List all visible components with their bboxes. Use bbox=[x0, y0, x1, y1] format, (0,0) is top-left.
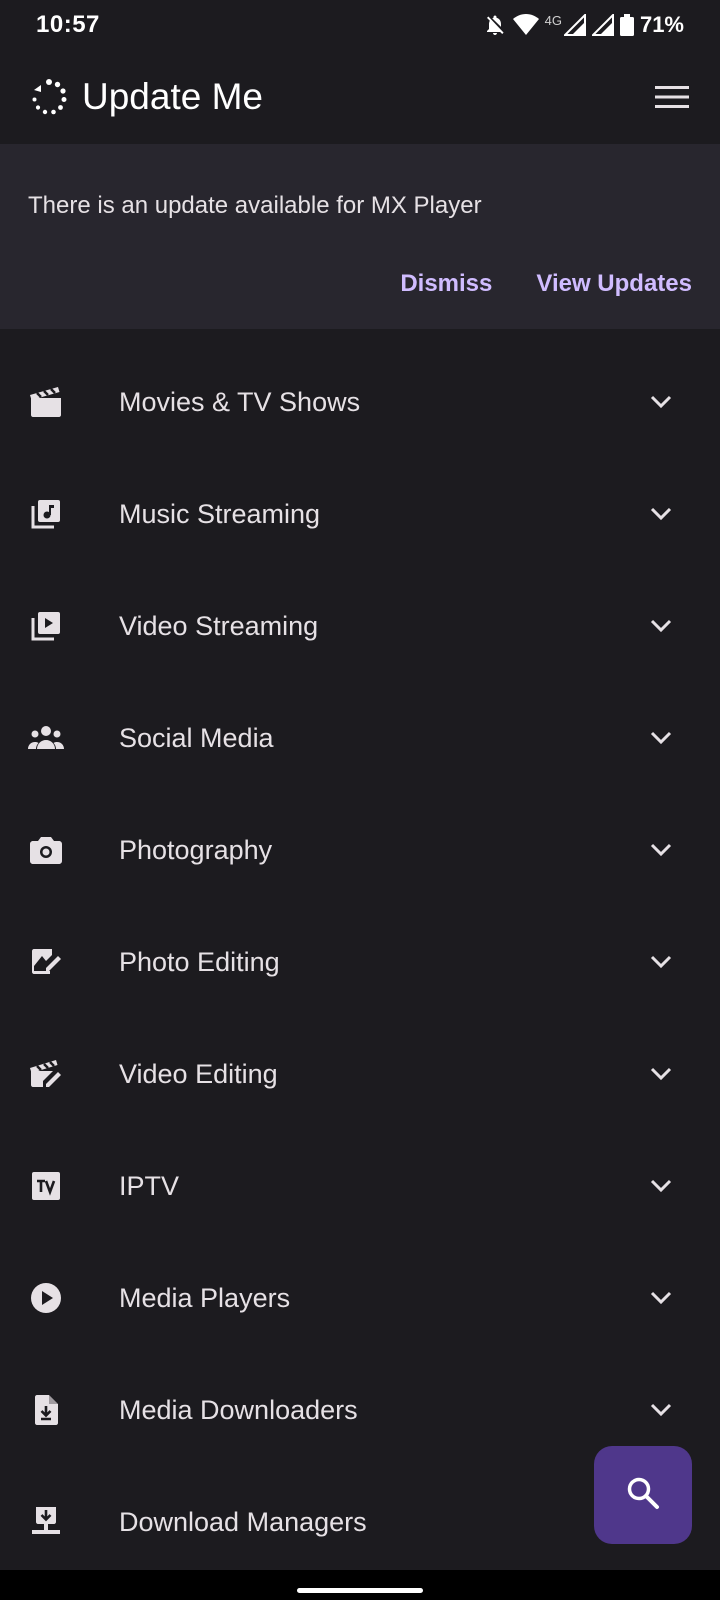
category-music-streaming[interactable]: Music Streaming bbox=[0, 458, 720, 570]
view-updates-button[interactable]: View Updates bbox=[536, 270, 692, 298]
signal-icon bbox=[563, 14, 586, 36]
video-library-icon bbox=[28, 608, 64, 644]
category-video-streaming[interactable]: Video Streaming bbox=[0, 570, 720, 682]
chevron-down-icon[interactable] bbox=[646, 1171, 676, 1201]
movie-clapper-icon bbox=[28, 384, 64, 420]
file-download-icon bbox=[28, 1392, 64, 1428]
category-photo-editing[interactable]: Photo Editing bbox=[0, 906, 720, 1018]
update-banner: There is an update available for MX Play… bbox=[0, 144, 720, 329]
status-icons: 4G 71% bbox=[483, 12, 684, 38]
category-label: Photo Editing bbox=[119, 946, 280, 977]
banner-message: There is an update available for MX Play… bbox=[28, 192, 482, 219]
network-type: 4G bbox=[544, 12, 562, 28]
update-logo-icon bbox=[30, 78, 68, 116]
search-fab[interactable] bbox=[594, 1446, 692, 1544]
signal-icon bbox=[591, 14, 614, 36]
category-label: Photography bbox=[119, 834, 273, 865]
chevron-down-icon[interactable] bbox=[646, 1059, 676, 1089]
category-movies-tv-shows[interactable]: Movies & TV Shows bbox=[0, 346, 720, 458]
category-label: Movies & TV Shows bbox=[119, 386, 361, 417]
chevron-down-icon[interactable] bbox=[646, 835, 676, 865]
category-label: Video Editing bbox=[119, 1058, 278, 1089]
chevron-down-icon[interactable] bbox=[646, 1395, 676, 1425]
hamburger-menu-icon[interactable] bbox=[652, 77, 692, 117]
banner-actions: Dismiss View Updates bbox=[400, 270, 692, 298]
tv-icon bbox=[28, 1168, 64, 1204]
chevron-down-icon[interactable] bbox=[646, 387, 676, 417]
chevron-down-icon[interactable] bbox=[646, 1283, 676, 1313]
category-label: Download Managers bbox=[119, 1506, 367, 1537]
gesture-handle[interactable] bbox=[297, 1588, 423, 1593]
chevron-down-icon[interactable] bbox=[646, 611, 676, 641]
chevron-down-icon[interactable] bbox=[646, 723, 676, 753]
camera-icon bbox=[28, 832, 64, 868]
app-title: Update Me bbox=[82, 76, 263, 117]
dismiss-button[interactable]: Dismiss bbox=[400, 270, 492, 298]
category-label: Media Downloaders bbox=[119, 1394, 358, 1425]
download-tray-icon bbox=[28, 1504, 64, 1540]
status-time: 10:57 bbox=[36, 11, 100, 38]
category-social-media[interactable]: Social Media bbox=[0, 682, 720, 794]
photo-edit-icon bbox=[28, 944, 64, 980]
category-label: Social Media bbox=[119, 722, 274, 753]
category-media-players[interactable]: Media Players bbox=[0, 1242, 720, 1354]
group-icon bbox=[28, 720, 64, 756]
category-label: Media Players bbox=[119, 1282, 291, 1313]
wifi-icon bbox=[512, 14, 539, 36]
system-nav-bar bbox=[0, 1570, 720, 1600]
chevron-down-icon[interactable] bbox=[646, 947, 676, 977]
category-photography[interactable]: Photography bbox=[0, 794, 720, 906]
category-iptv[interactable]: IPTV bbox=[0, 1130, 720, 1242]
video-edit-icon bbox=[28, 1056, 64, 1092]
battery-level: 71% bbox=[639, 12, 684, 37]
category-list: Movies & TV Shows Music Streaming Video … bbox=[0, 346, 720, 1578]
battery-icon bbox=[619, 14, 634, 36]
music-library-icon bbox=[28, 496, 64, 532]
play-circle-icon bbox=[28, 1280, 64, 1316]
search-icon bbox=[625, 1475, 661, 1516]
status-bar: 10:57 4G 71% bbox=[0, 0, 720, 50]
category-label: Music Streaming bbox=[119, 498, 321, 529]
chevron-down-icon[interactable] bbox=[646, 499, 676, 529]
category-label: Video Streaming bbox=[119, 610, 319, 641]
notifications-off-icon bbox=[483, 13, 507, 37]
category-video-editing[interactable]: Video Editing bbox=[0, 1018, 720, 1130]
app-bar: Update Me bbox=[0, 50, 720, 144]
category-label: IPTV bbox=[119, 1170, 180, 1201]
